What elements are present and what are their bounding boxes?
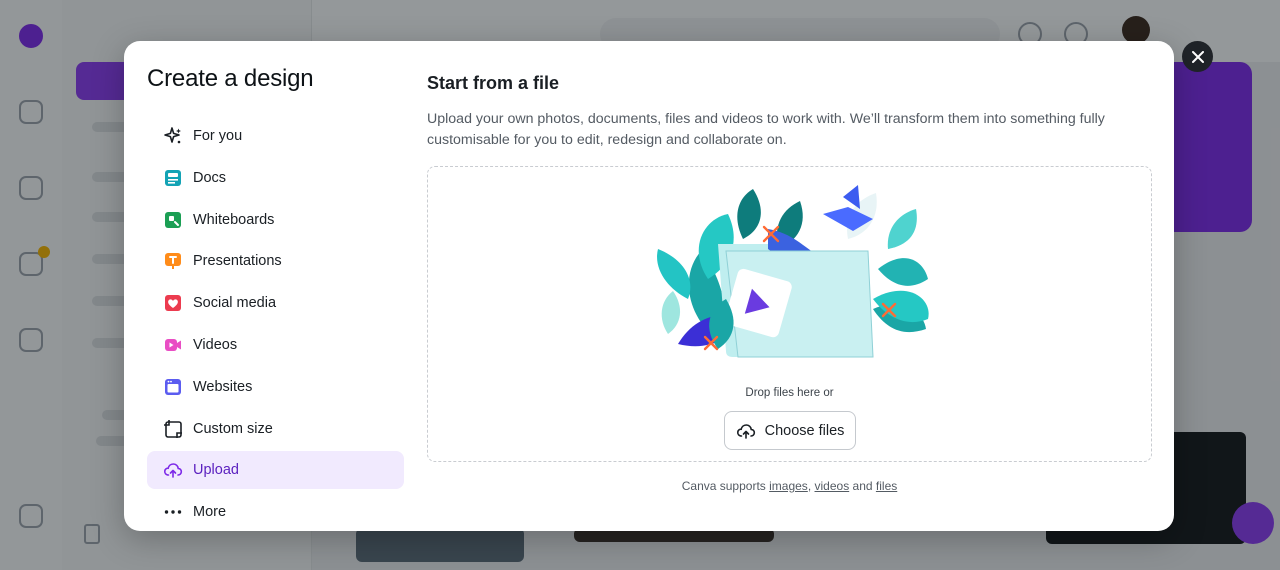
docs-icon [163,168,183,188]
cloud-upload-icon [736,423,755,439]
modal-title: Create a design [147,65,314,92]
nav-item-upload[interactable]: Upload [147,451,404,490]
files-link[interactable]: files [876,479,897,493]
supports-prefix: Canva supports [681,479,766,493]
nav-item-presentations[interactable]: Presentations [147,242,404,280]
nav-item-docs[interactable]: Docs [147,159,404,197]
nav-item-label: More [193,504,227,521]
separator: , [807,479,812,493]
create-design-modal: Create a design For you Docs Whiteboards… [124,41,1174,531]
nav-item-label: Presentations [193,253,282,270]
nav-item-videos[interactable]: Videos [147,326,404,364]
upload-description: Upload your own photos, documents, files… [427,111,1105,148]
drop-files-text: Drop files here or [745,387,834,399]
nav-item-label: Upload [193,462,239,479]
close-icon [1191,50,1204,63]
choose-files-label: Choose files [764,422,845,439]
nav-item-label: Videos [193,336,238,353]
nav-item-for-you[interactable]: For you [147,117,404,155]
video-icon [163,335,183,355]
nav-item-social-media[interactable]: Social media [147,284,404,322]
design-type-nav: For you Docs Whiteboards Presentations S… [147,117,404,531]
folder-illustration [657,185,929,358]
custom-size-icon [163,419,183,439]
videos-link[interactable]: videos [815,479,850,493]
whiteboard-icon [163,210,183,230]
close-button[interactable] [1182,41,1213,72]
nav-item-label: For you [193,128,243,144]
presentation-icon [163,251,183,271]
cloud-upload-icon [163,460,183,480]
nav-item-label: Websites [193,378,253,395]
nav-item-label: Custom size [193,420,273,437]
heart-icon [163,293,183,313]
choose-files-button[interactable]: Choose files [724,411,856,450]
nav-item-more[interactable]: More [147,493,404,531]
supported-formats-text: Canva supports images, videos and files [427,479,1152,493]
section-title: Start from a file [427,73,560,93]
nav-item-websites[interactable]: Websites [147,368,404,406]
nav-item-label: Whiteboards [193,211,275,228]
file-dropzone[interactable]: Drop files here or Choose files [427,166,1152,462]
nav-item-whiteboards[interactable]: Whiteboards [147,201,404,239]
website-icon [163,377,183,397]
nav-item-label: Social media [193,295,277,312]
nav-item-custom-size[interactable]: Custom size [147,410,404,448]
images-link[interactable]: images [769,479,808,493]
sparkle-icon [163,126,183,146]
more-icon [163,502,183,522]
nav-item-label: Docs [193,169,227,186]
conjunction: and [852,479,873,493]
